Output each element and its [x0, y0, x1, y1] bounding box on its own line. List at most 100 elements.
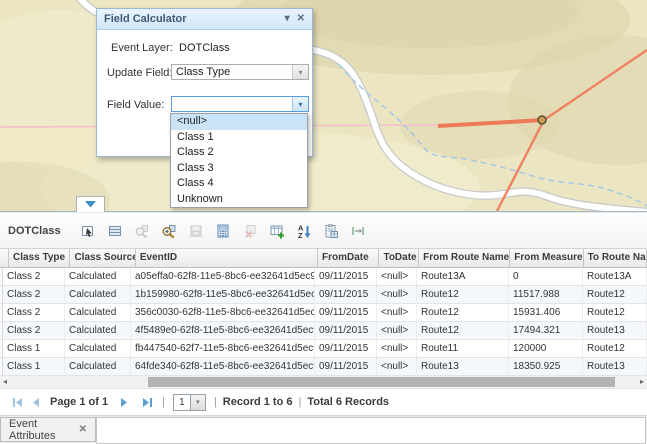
- field-value-combo[interactable]: ▾: [171, 96, 309, 112]
- table-cell: Route12: [583, 286, 647, 303]
- table-row[interactable]: Class 1Calculated64fde340-62f8-11e5-8bc6…: [0, 358, 647, 376]
- floppy-disk-icon: [188, 223, 204, 239]
- table-cell: <null>: [377, 358, 417, 375]
- column-header[interactable]: Class Type: [9, 249, 70, 267]
- column-header[interactable]: From Measure: [510, 249, 583, 267]
- page-label: Page 1 of 1: [50, 396, 108, 408]
- table-cell: Calculated: [65, 268, 131, 285]
- clear-selection-x-icon: [242, 223, 258, 239]
- table-cell: Class 1: [3, 340, 65, 357]
- select-records-button[interactable]: [75, 218, 102, 244]
- table-cell: 17494.321: [509, 322, 583, 339]
- close-icon[interactable]: ✕: [297, 9, 305, 29]
- show-records-button[interactable]: [102, 218, 129, 244]
- magnifier-plus-icon: [161, 223, 177, 239]
- magnifier-selected-icon: [134, 223, 150, 239]
- table-row[interactable]: Class 2Calculated1b159980-62f8-11e5-8bc6…: [0, 286, 647, 304]
- table-cell: a05effa0-62f8-11e5-8bc6-ee32641d5ec9: [131, 268, 315, 285]
- total-records-label: Total 6 Records: [307, 396, 389, 408]
- dropdown-option[interactable]: Class 4: [171, 176, 307, 192]
- fit-columns-button[interactable]: [345, 218, 372, 244]
- table-row[interactable]: Class 2Calculated356c0030-62f8-11e5-8bc6…: [0, 304, 647, 322]
- table-cell: 120000: [509, 340, 583, 357]
- table-row[interactable]: Class 2Calculateda05effa0-62f8-11e5-8bc6…: [0, 268, 647, 286]
- table-cell: Calculated: [65, 322, 131, 339]
- combo-arrow-icon[interactable]: ▾: [292, 97, 308, 111]
- previous-page-icon: [29, 396, 42, 409]
- page-number-combo[interactable]: 1 ▾: [173, 394, 206, 411]
- horizontal-scrollbar[interactable]: ◂ ▸: [0, 376, 647, 389]
- clipboard-table-icon: [323, 223, 339, 239]
- last-page-button[interactable]: [138, 394, 156, 410]
- combo-arrow-icon[interactable]: ▾: [292, 65, 308, 79]
- scroll-right-icon[interactable]: ▸: [640, 376, 644, 388]
- table-cell: 15931.406: [509, 304, 583, 321]
- table-cell: Route13A: [417, 268, 509, 285]
- grid-header: Class TypeClass SourceEventIDFromDateToD…: [0, 249, 647, 268]
- table-cell: Calculated: [65, 304, 131, 321]
- column-header[interactable]: From Route Name: [419, 249, 510, 267]
- zoom-to-selected-button[interactable]: [129, 218, 156, 244]
- first-page-button[interactable]: [8, 394, 26, 410]
- field-calculator-button[interactable]: [210, 218, 237, 244]
- copy-attributes-button[interactable]: [318, 218, 345, 244]
- next-page-button[interactable]: [114, 394, 132, 410]
- scroll-left-icon[interactable]: ◂: [3, 376, 7, 388]
- table-cell: Class 2: [3, 304, 65, 321]
- table-cell: fb447540-62f7-11e5-8bc6-ee32641d5ec9: [131, 340, 315, 357]
- table-cell: 09/11/2015: [315, 304, 377, 321]
- update-field-label: Update Field:: [107, 67, 172, 79]
- separator: |: [162, 396, 165, 408]
- table-cell: Route12: [417, 286, 509, 303]
- dock-arrow-icon[interactable]: ▾: [285, 9, 290, 29]
- separator: |: [214, 396, 217, 408]
- application-window: Field Calculator ▾ ✕ Event Layer: DOTCla…: [0, 0, 647, 444]
- previous-page-button[interactable]: [26, 394, 44, 410]
- tab-label: Event Attributes: [9, 418, 70, 442]
- panel-collapse-button[interactable]: [76, 196, 105, 212]
- tab-event-attributes[interactable]: Event Attributes ✕: [0, 417, 96, 442]
- sort-az-arrow-icon: A Z: [296, 223, 312, 239]
- dropdown-option[interactable]: <null>: [171, 114, 307, 130]
- table-cell: 09/11/2015: [315, 322, 377, 339]
- table-row[interactable]: Class 1Calculatedfb447540-62f7-11e5-8bc6…: [0, 340, 647, 358]
- dropdown-option[interactable]: Class 1: [171, 130, 307, 146]
- table-cell: Class 2: [3, 268, 65, 285]
- layer-name-label: DOTClass: [8, 225, 61, 237]
- table-rows-icon: [107, 223, 123, 239]
- save-button[interactable]: [183, 218, 210, 244]
- zoom-magnifier-button[interactable]: [156, 218, 183, 244]
- table-cell: 4f5489e0-62f8-11e5-8bc6-ee32641d5ec9: [131, 322, 315, 339]
- table-cell: <null>: [377, 286, 417, 303]
- dropdown-option[interactable]: Unknown: [171, 192, 307, 208]
- select-box-arrow-icon: [80, 223, 96, 239]
- dropdown-option[interactable]: Class 3: [171, 161, 307, 177]
- column-header[interactable]: To Route Name: [584, 249, 647, 267]
- add-record-button[interactable]: [264, 218, 291, 244]
- table-cell: Route13A: [583, 268, 647, 285]
- sort-button[interactable]: A Z: [291, 218, 318, 244]
- table-cell: <null>: [377, 340, 417, 357]
- table-cell: 09/11/2015: [315, 358, 377, 375]
- update-field-combo[interactable]: Class Type ▾: [171, 64, 309, 80]
- record-range-label: Record 1 to 6: [223, 396, 293, 408]
- table-cell: Class 1: [3, 358, 65, 375]
- dropdown-option[interactable]: Class 2: [171, 145, 307, 161]
- event-attributes-panel: DOTClass: [0, 211, 647, 444]
- scrollbar-thumb[interactable]: [148, 377, 615, 387]
- table-cell: Class 2: [3, 286, 65, 303]
- header-gutter: [0, 249, 9, 267]
- table-cell: 18350.925: [509, 358, 583, 375]
- clear-selection-button[interactable]: [237, 218, 264, 244]
- page-combo-arrow-icon[interactable]: ▾: [191, 394, 206, 411]
- tab-close-icon[interactable]: ✕: [79, 424, 87, 435]
- column-header[interactable]: Class Source: [70, 249, 135, 267]
- column-header[interactable]: FromDate: [318, 249, 379, 267]
- tab-strip-filler: [96, 417, 646, 444]
- dialog-titlebar[interactable]: Field Calculator ▾ ✕: [97, 9, 312, 30]
- table-cell: Route12: [583, 340, 647, 357]
- column-header[interactable]: ToDate: [379, 249, 419, 267]
- table-row[interactable]: Class 2Calculated4f5489e0-62f8-11e5-8bc6…: [0, 322, 647, 340]
- column-resize-icon: [350, 223, 366, 239]
- column-header[interactable]: EventID: [136, 249, 318, 267]
